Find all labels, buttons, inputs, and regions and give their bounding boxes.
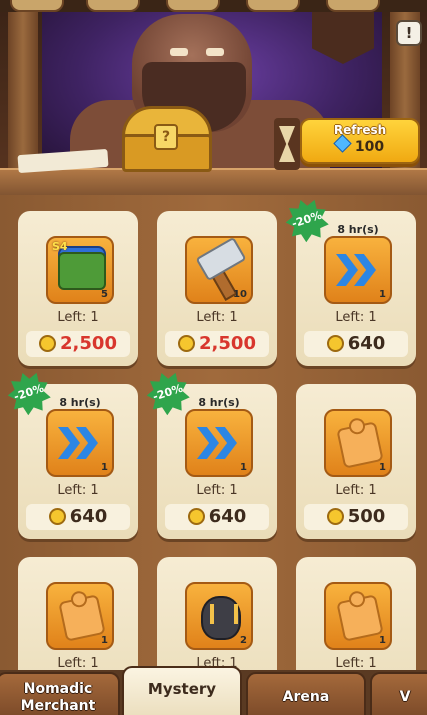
- refresh-cost: 100: [302, 134, 418, 155]
- gem-icon: [333, 134, 352, 153]
- duration-label: 8 hr(s): [198, 396, 240, 409]
- price-value: 640: [69, 506, 108, 527]
- item-quantity: 1: [101, 635, 108, 646]
- price-button[interactable]: 640: [165, 504, 269, 530]
- price-value: 2,500: [60, 333, 117, 354]
- gold-coin-icon: [178, 335, 196, 352]
- item-tile: 1: [324, 409, 392, 477]
- speedup-icon: [336, 254, 358, 286]
- tab-label: Mystery: [147, 680, 217, 698]
- stock-left: Left: 1: [335, 310, 377, 325]
- item-quantity: 1: [379, 635, 386, 646]
- item-quantity: 1: [379, 289, 386, 300]
- rail-knob: [246, 0, 300, 12]
- merchant-eye: [170, 48, 188, 56]
- price-button[interactable]: 2,500: [165, 331, 269, 357]
- shop-grid: S4 5 Left: 1 2,500 10 Left: 1 2,500 8 hr…: [0, 195, 427, 712]
- tab-label: Arena: [282, 689, 330, 705]
- puzzle-piece-icon: [336, 421, 384, 469]
- shop-item-card[interactable]: 8 hr(s) 1 -20% Left: 1 640: [157, 384, 277, 539]
- item-quantity: 1: [379, 462, 386, 473]
- price-button[interactable]: 500: [304, 504, 408, 530]
- shop-item-card[interactable]: S4 5 Left: 1 2,500: [18, 211, 138, 366]
- stock-left: Left: 1: [57, 483, 99, 498]
- hourglass-icon: [274, 118, 300, 170]
- speedup-icon: [58, 427, 80, 459]
- item-tile: 1: [324, 582, 392, 650]
- shop-item-card[interactable]: 1 Left: 1 500: [296, 384, 416, 539]
- gold-coin-icon: [39, 335, 57, 352]
- price-value: 2,500: [199, 333, 256, 354]
- season-label: S4: [52, 240, 68, 253]
- claw-stone-icon: [201, 596, 241, 640]
- item-tile: S4 5: [46, 236, 114, 304]
- info-button[interactable]: !: [396, 20, 422, 46]
- stock-left: Left: 1: [196, 310, 238, 325]
- mystery-chest-icon: ?: [122, 106, 212, 172]
- item-tile: 2: [185, 582, 253, 650]
- tab-label: V: [399, 689, 411, 705]
- tab-mystery[interactable]: Mystery: [122, 666, 242, 715]
- shop-counter: [0, 168, 427, 195]
- shop-screen: ? ! Refresh 100 S4 5 Left: 1 2,500 10 Le…: [0, 0, 427, 715]
- item-tile: 1: [46, 582, 114, 650]
- puzzle-piece-icon: [336, 594, 384, 642]
- rail-knob: [86, 0, 140, 12]
- stock-left: Left: 1: [57, 656, 99, 671]
- gold-coin-icon: [326, 508, 344, 525]
- merchant-eye: [206, 48, 224, 56]
- refresh-button[interactable]: Refresh 100: [300, 118, 420, 164]
- item-tile: 8 hr(s) 1: [185, 396, 253, 477]
- item-tile: 8 hr(s) 1: [46, 396, 114, 477]
- price-value: 640: [347, 333, 386, 354]
- price-button[interactable]: 640: [304, 331, 408, 357]
- tab-nomadic-merchant[interactable]: Nomadic Merchant: [0, 672, 120, 715]
- speedup-icon: [197, 427, 219, 459]
- item-quantity: 1: [240, 462, 247, 473]
- shop-item-card[interactable]: 8 hr(s) 1 -20% Left: 1 640: [18, 384, 138, 539]
- rail-knob: [10, 0, 64, 12]
- refresh-cost-value: 100: [354, 139, 385, 155]
- gold-coin-icon: [48, 508, 66, 525]
- item-quantity: 5: [101, 289, 108, 300]
- shop-tab-bar: Nomadic Merchant Arena V Mystery: [0, 666, 427, 715]
- price-button[interactable]: 640: [26, 504, 130, 530]
- gold-coin-icon: [187, 508, 205, 525]
- item-quantity: 10: [233, 289, 247, 300]
- season-chest-icon: [58, 252, 106, 290]
- tab-label: Nomadic Merchant: [20, 681, 96, 714]
- duration-label: 8 hr(s): [59, 396, 101, 409]
- price-value: 640: [208, 506, 247, 527]
- item-quantity: 1: [101, 462, 108, 473]
- merchant-banner: ? ! Refresh 100: [0, 0, 427, 195]
- top-rail: [0, 0, 427, 12]
- rail-knob: [166, 0, 220, 12]
- item-tile: 8 hr(s) 1: [324, 223, 392, 304]
- rail-knob: [326, 0, 380, 12]
- shop-item-card[interactable]: 10 Left: 1 2,500: [157, 211, 277, 366]
- stock-left: Left: 1: [57, 310, 99, 325]
- refresh-label: Refresh: [333, 123, 387, 137]
- duration-label: 8 hr(s): [337, 223, 379, 236]
- tab-arena[interactable]: Arena: [246, 672, 366, 715]
- stock-left: Left: 1: [335, 483, 377, 498]
- price-button[interactable]: 2,500: [26, 331, 130, 357]
- price-value: 500: [347, 506, 386, 527]
- gold-coin-icon: [326, 335, 344, 352]
- shop-item-card[interactable]: 8 hr(s) 1 -20% Left: 1 640: [296, 211, 416, 366]
- item-tile: 10: [185, 236, 253, 304]
- puzzle-piece-icon: [58, 594, 106, 642]
- stock-left: Left: 1: [196, 483, 238, 498]
- stock-left: Left: 1: [335, 656, 377, 671]
- tab-next[interactable]: V: [370, 672, 427, 715]
- item-quantity: 2: [240, 635, 247, 646]
